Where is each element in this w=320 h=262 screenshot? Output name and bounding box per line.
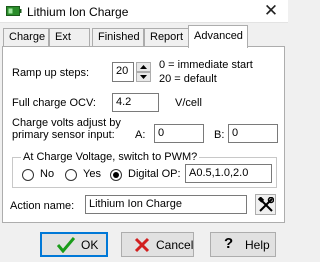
a-label: A: xyxy=(135,129,146,141)
pwm-group-title: At Charge Voltage, switch to PWM? xyxy=(21,151,200,163)
hammer-wrench-icon xyxy=(258,197,274,212)
radio-yes[interactable] xyxy=(65,169,77,181)
arrow-up-icon xyxy=(140,65,147,69)
ocv-label: Full charge OCV: xyxy=(12,97,96,109)
digital-op-input[interactable]: A0.5,1.0,2.0 xyxy=(185,164,272,183)
cancel-x-icon xyxy=(134,237,150,253)
close-button[interactable]: ✕ xyxy=(254,0,288,23)
tab-finished[interactable]: Finished xyxy=(92,28,144,47)
question-mark-icon: ? xyxy=(224,235,234,252)
spin-up-button[interactable] xyxy=(136,62,151,72)
ramp-up-label: Ramp up steps: xyxy=(12,67,90,79)
a-input[interactable]: 0 xyxy=(154,124,204,143)
tab-ext[interactable]: Ext xyxy=(49,28,90,47)
action-tool-button[interactable] xyxy=(255,194,276,215)
title-bar: Lithium Ion Charge ✕ xyxy=(0,0,288,23)
tab-charge[interactable]: Charge xyxy=(3,28,49,47)
check-icon xyxy=(57,237,75,253)
tab-report[interactable]: Report xyxy=(144,28,189,47)
spin-down-button[interactable] xyxy=(136,72,151,82)
radio-digital-op-label: Digital OP: xyxy=(128,168,181,180)
ramp-up-input[interactable]: 20 xyxy=(112,62,134,82)
cancel-button[interactable]: Cancel xyxy=(121,232,194,257)
ramp-hint-1: 0 = immediate start xyxy=(159,59,253,71)
ok-button-label: OK xyxy=(81,238,99,252)
action-name-label: Action name: xyxy=(10,200,75,212)
help-button-label: Help xyxy=(245,238,270,252)
pwm-group: At Charge Voltage, switch to PWM? No Yes… xyxy=(12,151,277,188)
ramp-hint-2: 20 = default xyxy=(159,73,217,85)
help-button[interactable]: ? Help xyxy=(210,232,276,257)
radio-yes-label: Yes xyxy=(83,168,101,180)
radio-digital-op[interactable] xyxy=(110,169,122,181)
b-label: B: xyxy=(214,129,225,141)
ok-button[interactable]: OK xyxy=(40,232,108,257)
radio-no-label: No xyxy=(40,168,55,180)
adjust-label-line-2: primary sensor input: xyxy=(12,129,115,141)
close-icon: ✕ xyxy=(263,1,279,20)
b-input[interactable]: 0 xyxy=(228,124,278,143)
window-title: Lithium Ion Charge xyxy=(27,5,129,19)
radio-no[interactable] xyxy=(22,169,34,181)
ocv-input[interactable]: 4.2 xyxy=(112,93,159,112)
adjust-label-line-1: Charge volts adjust by xyxy=(12,117,121,129)
tab-strip: Charge Ext Finished Report Advanced xyxy=(2,25,286,48)
ramp-up-spinner[interactable] xyxy=(136,62,151,82)
action-name-input[interactable]: Lithium Ion Charge xyxy=(85,195,247,214)
ocv-unit: V/cell xyxy=(175,97,202,109)
cancel-button-label: Cancel xyxy=(156,238,194,252)
arrow-down-icon xyxy=(140,75,147,79)
battery-charge-icon xyxy=(6,6,22,16)
tab-advanced[interactable]: Advanced xyxy=(188,25,248,48)
advanced-panel: Ramp up steps: 20 0 = immediate start 20… xyxy=(2,46,285,223)
